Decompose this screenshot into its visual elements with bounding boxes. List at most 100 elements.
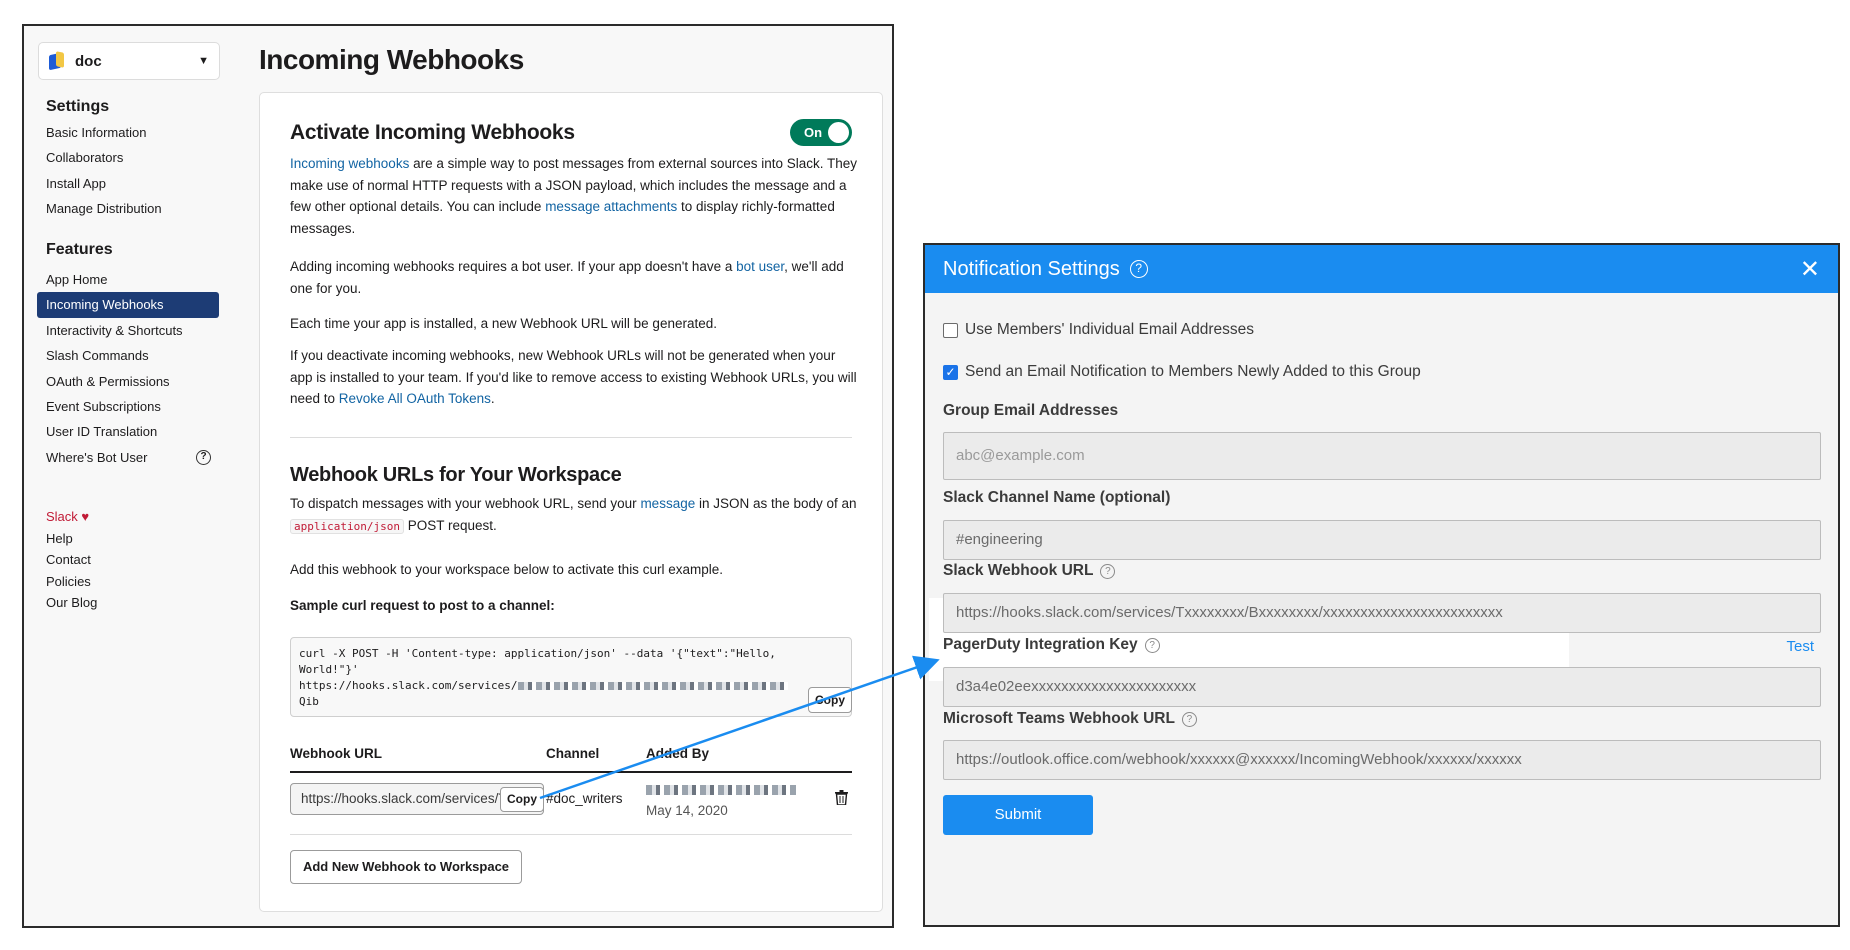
teams-webhook-label: Microsoft Teams Webhook URL ? (943, 710, 1197, 728)
caret-down-icon: ▼ (198, 55, 209, 67)
activate-paragraph-3: Each time your app is installed, a new W… (290, 316, 717, 331)
activate-heading: Activate Incoming Webhooks (290, 121, 575, 144)
message-link[interactable]: message (640, 496, 695, 511)
webhooks-card: Activate Incoming Webhooks On Incoming w… (259, 92, 883, 912)
nav-collaborators[interactable]: Collaborators (37, 145, 219, 170)
content-type-code: application/json (290, 518, 404, 534)
nav-incoming-webhooks[interactable]: Incoming Webhooks (37, 292, 219, 318)
column-webhook-url: Webhook URL (290, 746, 382, 761)
individual-email-checkbox[interactable]: Use Members' Individual Email Addresses (943, 321, 1254, 339)
teams-webhook-input[interactable]: https://outlook.office.com/webhook/xxxxx… (943, 740, 1821, 780)
slack-channel-label: Slack Channel Name (optional) (943, 489, 1171, 506)
webhook-date: May 14, 2020 (646, 803, 728, 818)
incoming-webhooks-link[interactable]: Incoming webhooks (290, 156, 409, 171)
footer-policies-link[interactable]: Policies (46, 571, 97, 593)
nav-wheres-bot-user[interactable]: Where's Bot User ? (37, 445, 219, 470)
pagerduty-key-input[interactable]: d3a4e02eexxxxxxxxxxxxxxxxxxxxxx (943, 667, 1821, 707)
toggle-knob (828, 122, 849, 143)
add-webhook-paragraph: Add this webhook to your workspace below… (290, 562, 723, 577)
activate-paragraph-1: Incoming webhooks are a simple way to po… (290, 153, 860, 239)
trash-icon[interactable] (835, 790, 848, 805)
notify-new-members-checkbox[interactable]: ✓ Send an Email Notification to Members … (943, 363, 1421, 381)
group-email-label: Group Email Addresses (943, 402, 1119, 419)
nav-app-home[interactable]: App Home (37, 267, 219, 292)
help-icon[interactable]: ? (1181, 711, 1197, 727)
column-channel: Channel (546, 746, 600, 761)
nav-user-id-translation[interactable]: User ID Translation (37, 419, 219, 444)
copy-curl-button[interactable]: Copy (808, 687, 852, 713)
close-icon[interactable]: ✕ (1800, 255, 1820, 284)
curl-code-block: curl -X POST -H 'Content-type: applicati… (290, 637, 852, 717)
app-logo-icon (49, 52, 65, 70)
pagerduty-label-text: PagerDuty Integration Key (943, 636, 1138, 653)
nav-event-subscriptions[interactable]: Event Subscriptions (37, 394, 219, 419)
section-divider (290, 437, 852, 438)
text: in JSON as the body of an (695, 496, 857, 511)
webhook-channel: #doc_writers (546, 791, 623, 806)
slack-webhook-label: Slack Webhook URL ? (943, 562, 1116, 580)
redacted-user (646, 784, 796, 795)
features-nav: App Home Incoming Webhooks Interactivity… (37, 267, 219, 470)
footer-slack-link[interactable]: Slack ♥ (46, 506, 97, 528)
help-icon[interactable]: ? (1100, 563, 1116, 579)
footer-help-link[interactable]: Help (46, 528, 97, 550)
pagerduty-label: PagerDuty Integration Key ? (943, 636, 1160, 654)
redacted-token (517, 682, 788, 690)
footer-blog-link[interactable]: Our Blog (46, 592, 97, 614)
group-email-input[interactable]: abc@example.com (943, 432, 1821, 480)
column-added-by: Added By (646, 746, 710, 761)
text: . (490, 391, 495, 406)
dispatch-paragraph: To dispatch messages with your webhook U… (290, 493, 860, 537)
footer-links: Slack ♥ Help Contact Policies Our Blog (46, 506, 97, 614)
slack-webhook-input[interactable]: https://hooks.slack.com/services/Txxxxxx… (943, 593, 1821, 633)
nav-interactivity-shortcuts[interactable]: Interactivity & Shortcuts (37, 318, 219, 343)
text: POST request. (403, 517, 497, 533)
settings-heading: Settings (46, 98, 110, 115)
toggle-label: On (804, 125, 823, 140)
nav-manage-distribution[interactable]: Manage Distribution (37, 196, 219, 221)
copy-webhook-button[interactable]: Copy (500, 787, 544, 812)
workspace-name: doc (75, 52, 102, 70)
workspace-picker[interactable]: doc ▼ (38, 42, 220, 80)
revoke-tokens-link[interactable]: Revoke All OAuth Tokens (339, 391, 491, 406)
teams-webhook-label-text: Microsoft Teams Webhook URL (943, 710, 1175, 727)
slack-app-settings-panel: doc ▼ Settings Basic Information Collabo… (22, 24, 894, 928)
activate-paragraph-2: Adding incoming webhooks requires a bot … (290, 256, 860, 299)
activate-toggle[interactable]: On (790, 119, 852, 146)
add-new-webhook-button[interactable]: Add New Webhook to Workspace (290, 850, 522, 884)
sample-curl-label: Sample curl request to post to a channel… (290, 598, 555, 613)
curl-line: https://hooks.slack.com/services/ (299, 679, 518, 692)
notify-new-members-label: Send an Email Notification to Members Ne… (965, 363, 1421, 380)
checkbox-unchecked-icon[interactable] (943, 322, 958, 338)
submit-button[interactable]: Submit (943, 795, 1093, 835)
nav-install-app[interactable]: Install App (37, 171, 219, 196)
nav-basic-information[interactable]: Basic Information (37, 120, 219, 145)
help-icon[interactable]: ? (1144, 637, 1160, 653)
workspace-urls-heading: Webhook URLs for Your Workspace (290, 464, 622, 486)
help-icon[interactable]: ? (196, 449, 211, 465)
dialog-header: Notification Settings ? ✕ (925, 245, 1838, 293)
help-icon[interactable]: ? (1129, 260, 1148, 278)
text: To dispatch messages with your webhook U… (290, 496, 641, 511)
notification-settings-dialog: Notification Settings ? ✕ Use Members' I… (923, 243, 1840, 927)
nav-wheres-bot-user-label: Where's Bot User (46, 449, 148, 465)
nav-oauth-permissions[interactable]: OAuth & Permissions (37, 369, 219, 394)
pagerduty-test-link[interactable]: Test (1786, 638, 1814, 655)
settings-nav: Basic Information Collaborators Install … (37, 120, 219, 222)
curl-line: World!"}' (299, 663, 359, 676)
slack-channel-input[interactable]: #engineering (943, 520, 1821, 560)
page-title: Incoming Webhooks (259, 44, 524, 75)
dialog-title: Notification Settings (943, 257, 1120, 280)
footer-contact-link[interactable]: Contact (46, 549, 97, 571)
checkbox-checked-icon[interactable]: ✓ (943, 364, 958, 380)
table-header-rule (290, 771, 852, 773)
curl-line: curl -X POST -H 'Content-type: applicati… (299, 647, 776, 660)
curl-line: Qib (299, 695, 319, 708)
table-row-rule (290, 834, 852, 835)
activate-paragraph-4: If you deactivate incoming webhooks, new… (290, 345, 860, 410)
bot-user-link[interactable]: bot user (736, 259, 784, 274)
added-by-user (646, 781, 796, 799)
message-attachments-link[interactable]: message attachments (545, 199, 677, 214)
nav-slash-commands[interactable]: Slash Commands (37, 343, 219, 368)
text: Adding incoming webhooks requires a bot … (290, 259, 737, 274)
